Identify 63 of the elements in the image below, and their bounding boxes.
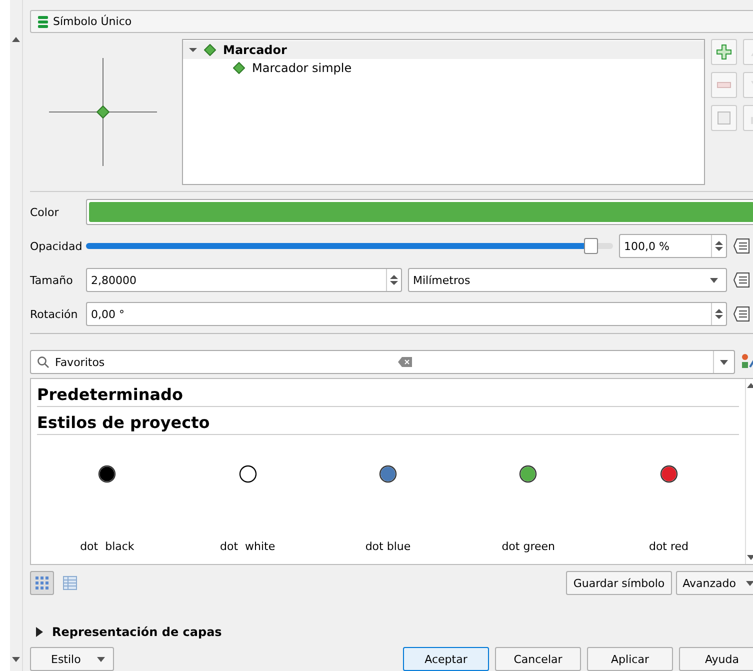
symbol-name: dot black (80, 540, 134, 554)
scroll-down-icon[interactable] (10, 657, 22, 663)
tree-item[interactable]: Marcador (183, 41, 704, 60)
scroll-down-icon[interactable] (747, 555, 753, 560)
search-field[interactable]: Favoritos (30, 350, 735, 374)
dot-symbol[interactable] (378, 465, 397, 484)
size-label: Tamaño (30, 274, 74, 287)
duplicate-icon (717, 111, 731, 126)
search-icon (37, 356, 49, 368)
renderer-dropdown[interactable]: Símbolo Único (30, 10, 753, 34)
dot-symbol[interactable] (519, 465, 538, 484)
dot-symbol[interactable] (660, 465, 678, 484)
plus-icon (716, 44, 732, 60)
tree-label: Marcador (223, 43, 287, 58)
save-symbol-button[interactable]: Guardar símbolo (566, 571, 672, 595)
group-heading: Estilos de proyecto (37, 413, 739, 436)
color-label: Color (30, 206, 60, 219)
size-field[interactable]: 2,80000 (86, 268, 402, 292)
symbol-name: dot green (502, 540, 555, 554)
scroll-up-icon[interactable] (10, 36, 22, 42)
clear-icon[interactable] (398, 357, 412, 368)
add-layer-button[interactable] (711, 39, 737, 66)
opacity-slider[interactable] (86, 238, 613, 254)
expand-arrow-icon[interactable] (36, 627, 44, 637)
dot-symbol[interactable] (98, 465, 116, 484)
caret-icon (97, 656, 105, 662)
symbol-name: dot red (648, 540, 689, 554)
spin-icon[interactable] (711, 235, 726, 258)
dialog-button[interactable]: Aceptar (403, 647, 489, 671)
rotation-label: Rotación (30, 308, 79, 321)
unit-dropdown[interactable]: Milímetros (408, 268, 727, 292)
caret-icon (746, 580, 753, 586)
renderer-icon (37, 16, 49, 28)
search-value: Favoritos (55, 356, 105, 369)
grid-icon (35, 576, 49, 590)
section-title[interactable]: Representación de capas (52, 625, 222, 639)
diamond-icon (204, 44, 216, 56)
advanced-button[interactable]: Avanzado (676, 571, 753, 595)
opacity-label: Opacidad (30, 240, 80, 253)
opacity-field[interactable]: 100,0 % (619, 234, 727, 258)
minus-icon (717, 82, 731, 88)
list-icon (63, 576, 77, 590)
rotation-field[interactable]: 0,00 ° (86, 302, 727, 326)
dialog-button[interactable]: Aplicar (587, 647, 673, 671)
symbol-name: dot blue (365, 540, 411, 554)
spin-icon[interactable] (386, 269, 401, 292)
slider-thumb[interactable] (584, 238, 598, 254)
expand-arrow-icon[interactable] (189, 46, 197, 54)
icon-view-button[interactable] (30, 571, 54, 595)
spin-icon[interactable] (711, 303, 726, 326)
scroll-up-icon[interactable] (747, 383, 753, 388)
tree-item[interactable]: Marcador simple (183, 59, 704, 78)
dialog-button[interactable]: Cancelar (495, 647, 581, 671)
dot-symbol[interactable] (238, 465, 257, 484)
diamond-icon (233, 62, 245, 74)
style-button[interactable]: Estilo (30, 647, 114, 671)
symbol-name: dot white (220, 540, 276, 554)
caret-icon (710, 278, 718, 283)
group-heading: Predeterminado (37, 385, 739, 408)
dialog-button[interactable]: Ayuda (679, 647, 753, 671)
renderer-label: Símbolo Único (53, 15, 132, 28)
caret-icon (720, 360, 728, 365)
tree-label: Marcador simple (252, 61, 352, 76)
